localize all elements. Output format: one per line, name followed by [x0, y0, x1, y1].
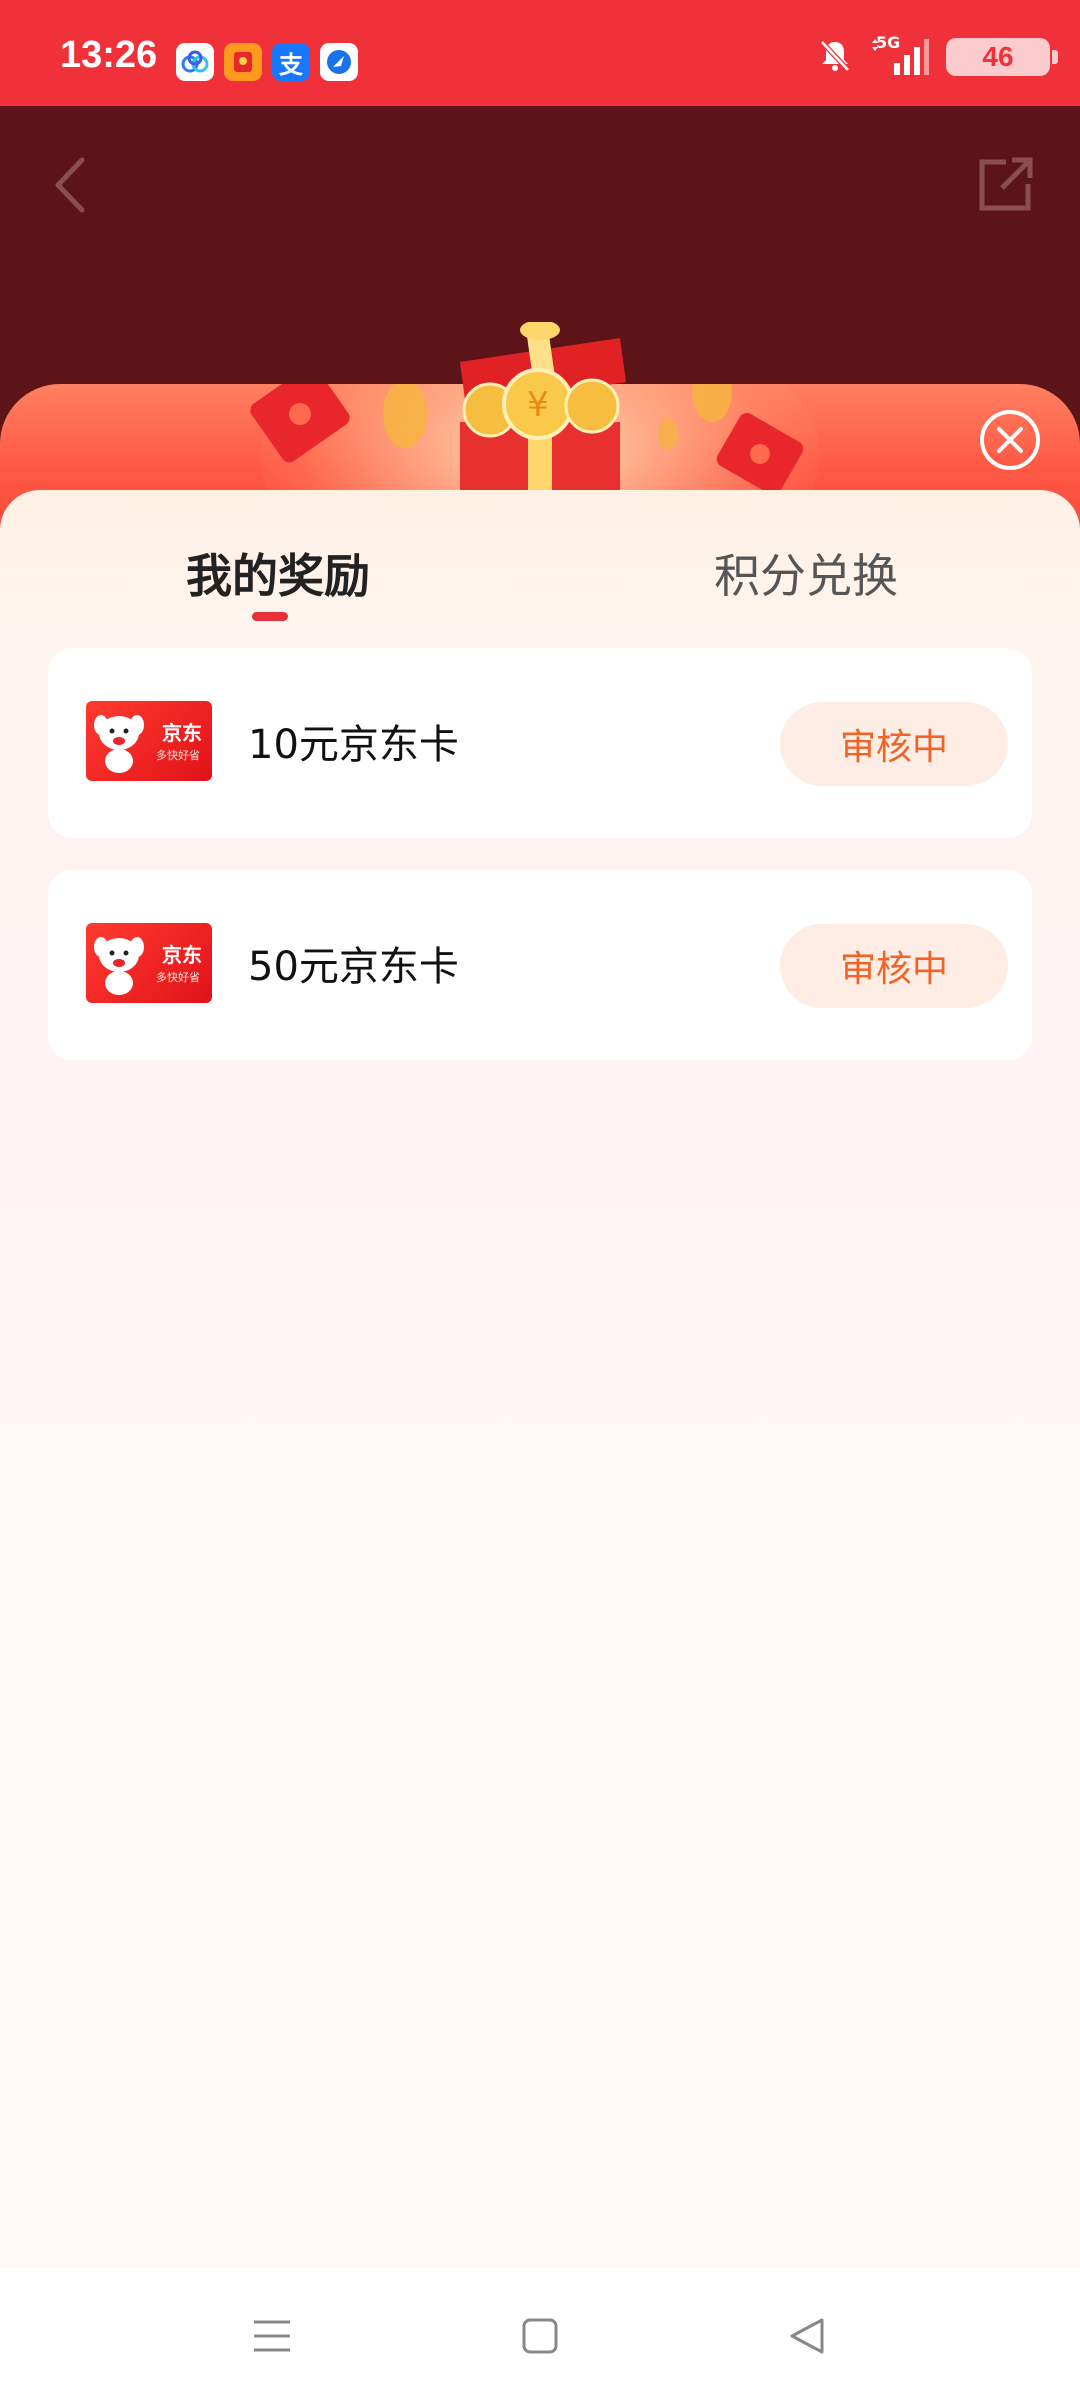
reward-title: 50元京东卡 — [248, 944, 459, 990]
jd-slogan: 多快好省 — [156, 971, 200, 984]
jd-card-image: 京东 多快好省 — [86, 701, 212, 781]
jd-card-image: 京东 多快好省 — [86, 923, 212, 1003]
back-icon[interactable] — [40, 150, 100, 220]
status-indicators: 5G 46 — [816, 33, 1058, 78]
system-nav-bar — [0, 2268, 1080, 2400]
back-triangle-icon[interactable] — [784, 2312, 832, 2360]
battery-indicator: 46 — [946, 38, 1058, 76]
review-status-button[interactable]: 审核中 — [780, 702, 1008, 786]
home-icon[interactable] — [516, 2312, 564, 2360]
red-envelope-app-icon — [224, 43, 262, 81]
review-status-button[interactable]: 审核中 — [780, 924, 1008, 1008]
close-icon[interactable] — [980, 410, 1040, 470]
reward-title: 10元京东卡 — [248, 722, 459, 768]
reward-card: 京东 多快好省 10元京东卡 审核中 — [48, 648, 1032, 838]
mute-icon — [816, 36, 854, 78]
jd-brand-label: 京东 — [162, 721, 202, 745]
page-nav-bar — [0, 106, 1080, 356]
active-tab-indicator — [252, 612, 288, 621]
status-bar: 13:26 支 5G 46 — [0, 0, 1080, 106]
joy-mascot-icon — [94, 937, 144, 995]
share-icon[interactable] — [970, 150, 1040, 220]
signal-5g-icon: 5G — [870, 33, 930, 77]
alipay-icon: 支 — [272, 43, 310, 81]
browser-app-icon — [320, 43, 358, 81]
tab-my-rewards[interactable]: 我的奖励 — [186, 540, 370, 606]
status-time: 13:26 — [60, 34, 158, 76]
gift-box-icon: ¥ — [420, 320, 660, 502]
menu-icon[interactable] — [248, 2312, 296, 2360]
jd-brand-label: 京东 — [162, 943, 202, 967]
reward-card: 京东 多快好省 50元京东卡 审核中 — [48, 870, 1032, 1060]
joy-mascot-icon — [94, 715, 144, 773]
jd-slogan: 多快好省 — [156, 749, 200, 762]
svg-text:¥: ¥ — [527, 385, 549, 425]
baidu-netdisk-icon — [176, 43, 214, 81]
tab-points-exchange[interactable]: 积分兑换 — [714, 540, 898, 606]
